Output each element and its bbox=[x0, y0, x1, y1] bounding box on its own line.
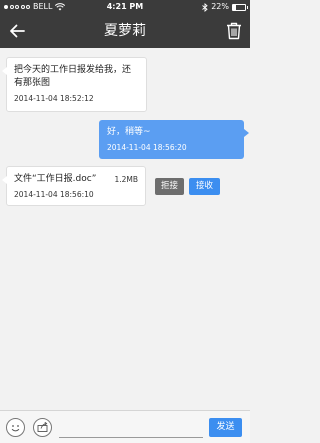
message-text: 把今天的工作日报发给我，还 有那张图 bbox=[14, 65, 132, 88]
chat-screen: BELL 4:21 PM 22% 夏萝莉 把今天的工作日报发给我，还 有那张图 … bbox=[0, 0, 250, 443]
message-input[interactable] bbox=[59, 419, 203, 438]
share-icon bbox=[37, 421, 48, 432]
emoji-button[interactable] bbox=[6, 418, 25, 437]
send-button[interactable]: 发送 bbox=[209, 418, 242, 437]
message-file[interactable]: 文件“工作日报.doc” 1.2MB 2014-11-04 18:56:10 bbox=[2, 166, 146, 206]
message-time: 2014-11-04 18:56:10 bbox=[14, 190, 94, 199]
input-bar: 发送 bbox=[0, 410, 250, 443]
bluetooth-icon bbox=[202, 2, 208, 12]
status-right: 22% bbox=[202, 0, 248, 14]
status-bar: BELL 4:21 PM 22% bbox=[0, 0, 250, 14]
reject-button[interactable]: 拒接 bbox=[155, 178, 184, 195]
message-time: 2014-11-04 18:52:12 bbox=[14, 94, 94, 103]
nav-bar: 夏萝莉 bbox=[0, 14, 250, 48]
file-size: 1.2MB bbox=[114, 175, 138, 184]
page-title: 夏萝莉 bbox=[104, 23, 146, 39]
emoji-icon bbox=[11, 425, 20, 432]
message-outgoing[interactable]: 好，稍等~ 2014-11-04 18:56:20 bbox=[99, 120, 249, 159]
share-button[interactable] bbox=[33, 418, 52, 437]
file-name: 文件“工作日报.doc” bbox=[14, 174, 97, 184]
message-text: 好，稍等~ bbox=[107, 127, 151, 137]
accept-button[interactable]: 接收 bbox=[189, 178, 220, 195]
trash-icon[interactable] bbox=[226, 22, 242, 40]
message-time: 2014-11-04 18:56:20 bbox=[107, 143, 187, 152]
battery-percent: 22% bbox=[211, 2, 229, 11]
battery-icon bbox=[232, 3, 248, 11]
message-incoming[interactable]: 把今天的工作日报发给我，还 有那张图 2014-11-04 18:52:12 bbox=[2, 57, 147, 112]
